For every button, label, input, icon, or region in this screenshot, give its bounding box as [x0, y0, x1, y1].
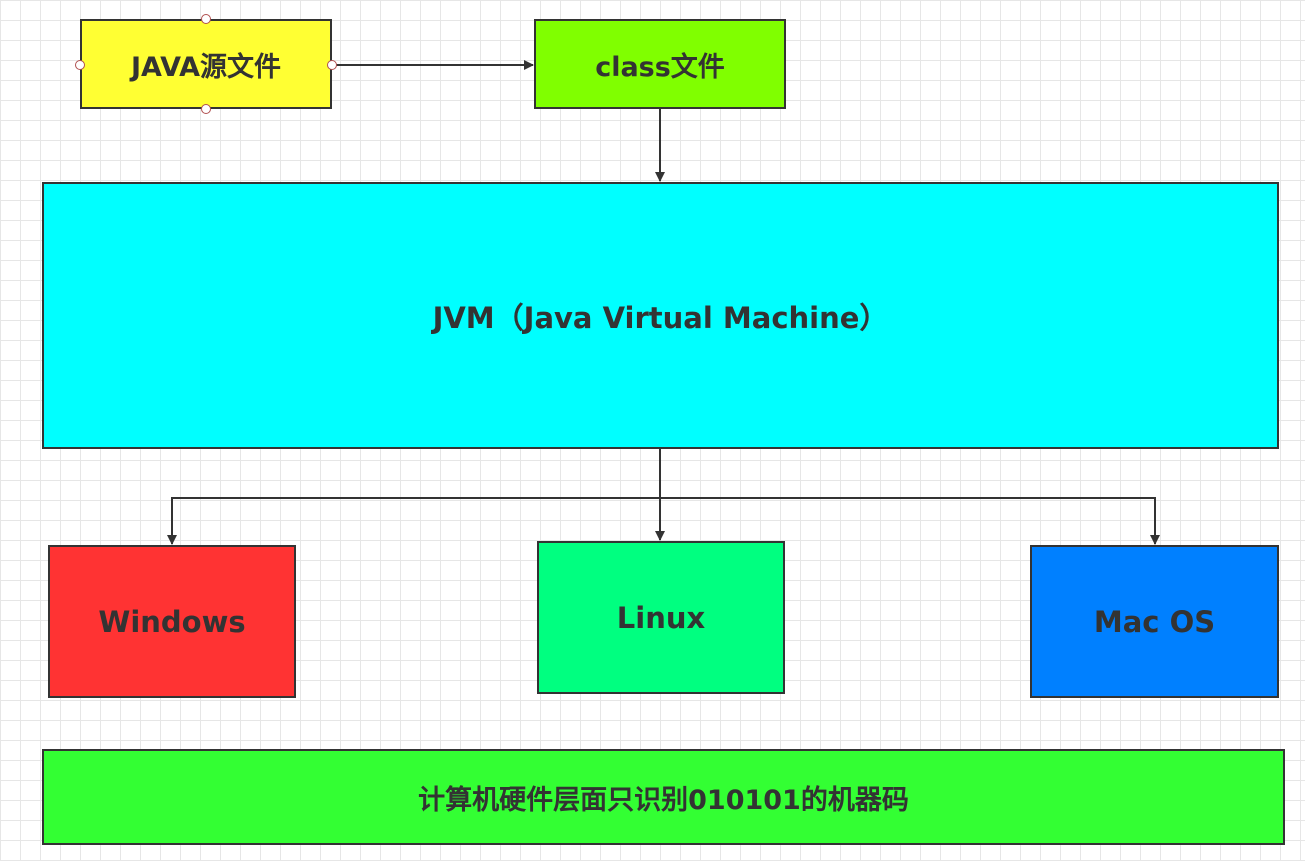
windows-node[interactable]: Windows	[48, 545, 296, 698]
macos-node[interactable]: Mac OS	[1030, 545, 1279, 698]
selection-handle-right[interactable]	[327, 60, 337, 70]
selection-handle-left[interactable]	[75, 60, 85, 70]
linux-node[interactable]: Linux	[537, 541, 785, 694]
jvm-node[interactable]: JVM（Java Virtual Machine）	[42, 182, 1279, 449]
hardware-label: 计算机硬件层面只识别010101的机器码	[418, 784, 909, 816]
linux-label: Linux	[616, 600, 706, 635]
jvm-label: JVM（Java Virtual Machine）	[432, 300, 889, 335]
selection-handle-top[interactable]	[201, 14, 211, 24]
hardware-node[interactable]: 计算机硬件层面只识别010101的机器码	[42, 749, 1285, 845]
edge-jvm-to-macos[interactable]	[660, 497, 1160, 545]
windows-label: Windows	[98, 604, 246, 639]
class-file-node[interactable]: class文件	[534, 19, 786, 109]
java-source-label: JAVA源文件	[130, 51, 282, 83]
edge-jvm-to-windows[interactable]	[167, 497, 660, 545]
macos-label: Mac OS	[1093, 604, 1216, 639]
java-source-node[interactable]: JAVA源文件	[80, 19, 332, 109]
selection-handle-bottom[interactable]	[201, 104, 211, 114]
class-file-label: class文件	[595, 51, 725, 83]
